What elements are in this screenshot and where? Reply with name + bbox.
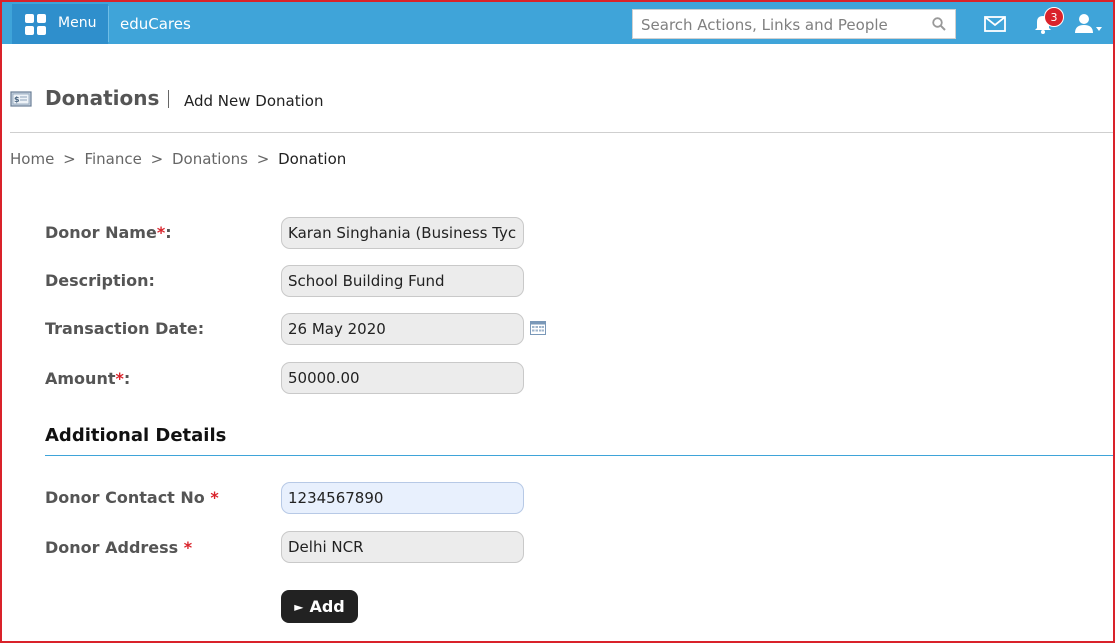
required-marker: * [156, 223, 166, 242]
menu-label: Menu [58, 15, 97, 31]
menu-button[interactable]: Menu [12, 4, 108, 44]
required-marker: * [115, 369, 124, 388]
breadcrumb: Home > Finance > Donations > Donation [10, 150, 350, 168]
amount-field[interactable] [281, 362, 524, 394]
breadcrumb-separator: > [63, 150, 76, 168]
add-button[interactable]: ► Add [281, 590, 358, 623]
donor-address-label-text: Donor Address [45, 538, 184, 557]
donor-address-field[interactable] [281, 531, 524, 563]
label-colon: : [165, 223, 172, 242]
app-name[interactable]: eduCares [120, 15, 191, 33]
donor-contact-field[interactable] [281, 482, 524, 514]
description-label: Description: [45, 271, 155, 290]
search-icon[interactable] [932, 17, 946, 31]
page-subtitle: Add New Donation [184, 92, 324, 110]
breadcrumb-donations[interactable]: Donations [172, 150, 248, 168]
svg-text:$: $ [14, 95, 20, 104]
donor-address-label: Donor Address * [45, 538, 192, 557]
donor-contact-label-text: Donor Contact No [45, 488, 211, 507]
section-divider [45, 455, 1113, 456]
breadcrumb-current: Donation [278, 150, 347, 168]
topbar-divider [108, 6, 109, 42]
user-icon[interactable] [1074, 13, 1104, 35]
title-separator [168, 90, 169, 108]
transaction-date-label: Transaction Date: [45, 319, 205, 338]
donor-name-label-text: Donor Name [45, 223, 157, 242]
donor-contact-label: Donor Contact No * [45, 488, 219, 507]
calendar-icon[interactable] [530, 320, 546, 335]
notification-badge: 3 [1044, 7, 1064, 27]
donation-icon: $ [10, 91, 32, 107]
breadcrumb-separator: > [150, 150, 164, 168]
top-navigation-bar: Menu eduCares 3 [2, 2, 1113, 44]
header-divider [10, 132, 1113, 133]
breadcrumb-finance[interactable]: Finance [84, 150, 141, 168]
amount-label: Amount*: [45, 369, 130, 388]
donor-name-field[interactable] [281, 217, 524, 249]
required-marker: * [210, 488, 219, 507]
search-input[interactable] [641, 15, 921, 35]
page-title: Donations [45, 86, 160, 110]
grid-icon [25, 14, 47, 36]
description-field[interactable] [281, 265, 524, 297]
additional-details-heading: Additional Details [45, 425, 227, 446]
add-button-label: Add [309, 597, 345, 616]
label-colon: : [123, 369, 131, 388]
donor-name-label: Donor Name*: [45, 223, 172, 242]
mail-icon[interactable] [984, 16, 1006, 32]
breadcrumb-home[interactable]: Home [10, 150, 54, 168]
search-box [632, 9, 956, 39]
amount-label-text: Amount [45, 369, 116, 388]
required-marker: * [183, 538, 193, 557]
transaction-date-field[interactable] [281, 313, 524, 345]
play-arrow-icon: ► [294, 599, 304, 614]
breadcrumb-separator: > [256, 150, 270, 168]
